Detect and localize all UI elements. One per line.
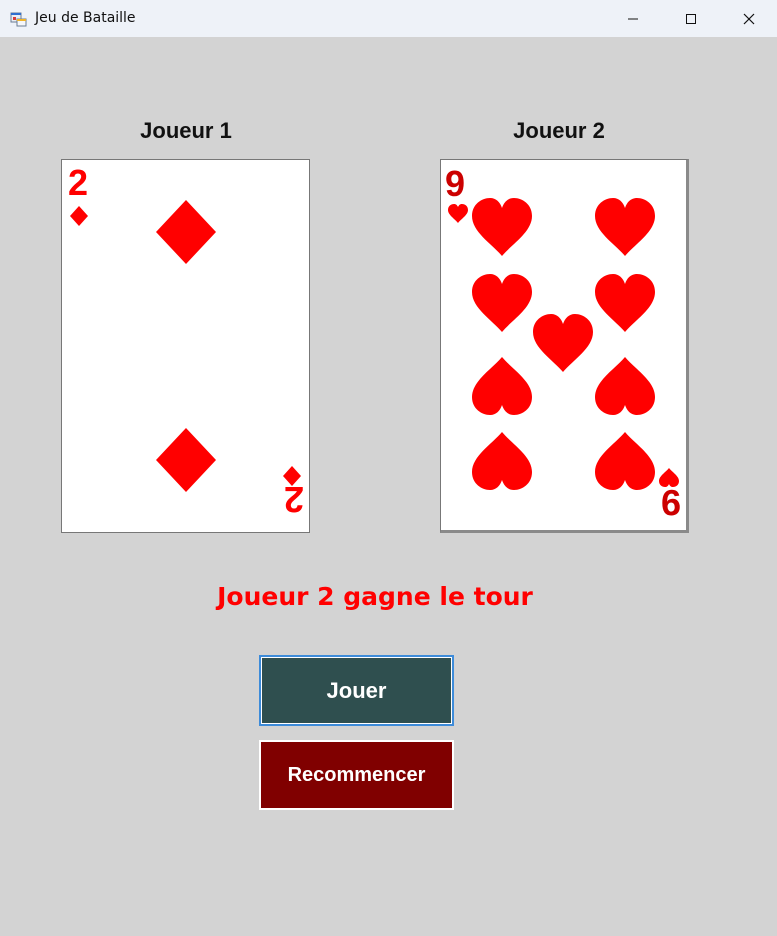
card-rank-bottom: 9 [661, 482, 681, 523]
card-rank-top: 2 [68, 162, 88, 203]
maximize-button[interactable] [662, 0, 720, 37]
close-button[interactable] [720, 0, 777, 37]
card-rank-top: 9 [445, 163, 465, 204]
play-button[interactable]: Jouer [259, 655, 454, 726]
heart-pip-icon [533, 314, 593, 372]
player-2-label: Joueur 2 [513, 118, 605, 143]
heart-pip-icon [472, 198, 532, 256]
heart-pip-icon [595, 274, 655, 332]
player-1-card: 2 2 [61, 159, 310, 533]
maximize-icon [686, 13, 696, 24]
window-title: Jeu de Bataille [35, 10, 136, 26]
restart-button[interactable]: Recommencer [259, 740, 454, 810]
round-result-text: Joueur 2 gagne le tour [217, 582, 533, 611]
heart-pip-icon [472, 357, 532, 415]
diamond-pip-icon [156, 428, 216, 492]
close-icon [743, 13, 755, 24]
minimize-button[interactable] [604, 0, 662, 37]
card-rank-bottom: 2 [284, 479, 304, 520]
heart-pip-icon [595, 198, 655, 256]
title-bar: Jeu de Bataille [0, 0, 777, 37]
minimize-icon [628, 18, 638, 19]
player-1-label: Joueur 1 [140, 118, 232, 143]
heart-pip-icon [472, 432, 532, 490]
heart-pip-icon [595, 357, 655, 415]
diamond-pip-icon [156, 200, 216, 264]
diamond-suit-icon [70, 206, 88, 226]
heart-pip-icon [595, 432, 655, 490]
player-2-card: 9 9 [440, 159, 689, 533]
heart-pip-icon [472, 274, 532, 332]
app-form-icon [10, 10, 27, 27]
heart-suit-icon [448, 204, 468, 223]
